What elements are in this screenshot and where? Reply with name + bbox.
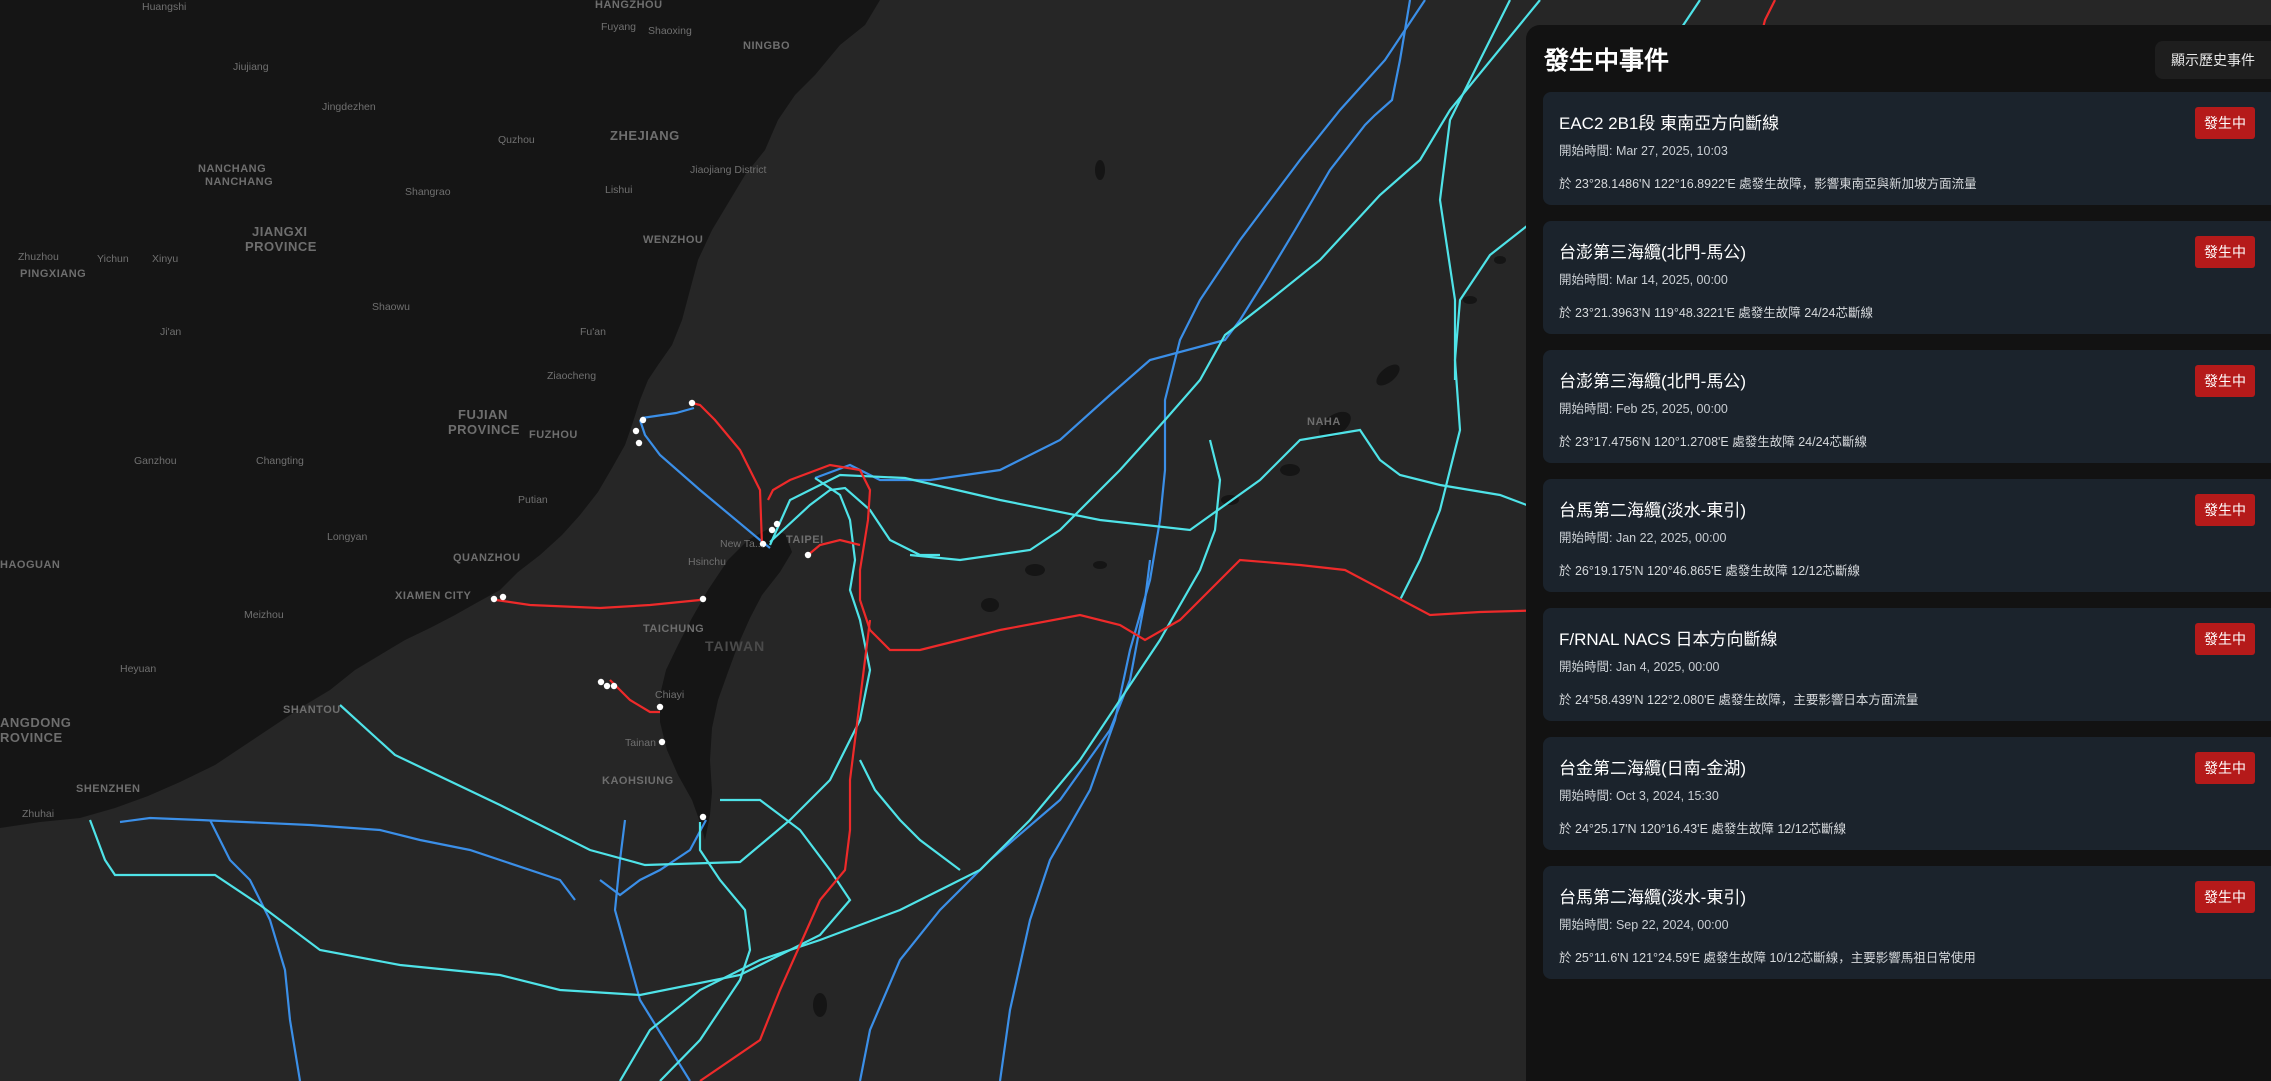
label-ganzhou: Ganzhou bbox=[134, 455, 177, 467]
event-title: EAC2 2B1段 東南亞方向斷線 bbox=[1559, 114, 1780, 133]
label-taichung: TAICHUNG bbox=[643, 623, 704, 635]
panel-title: 發生中事件 bbox=[1544, 47, 1670, 75]
label-lishui: Lishui bbox=[605, 184, 632, 196]
event-start-time: 開始時間: Oct 3, 2024, 15:30 bbox=[1559, 789, 1719, 803]
event-description: 於 23°21.3963'N 119°48.3221'E 處發生故障 24/24… bbox=[1559, 306, 1874, 320]
label-quzhou: Quzhou bbox=[498, 134, 535, 146]
event-description: 於 24°25.17'N 120°16.43'E 處發生故障 12/12芯斷線 bbox=[1559, 822, 1847, 836]
event-title: 台金第二海纜(日南-金湖) bbox=[1559, 759, 1746, 778]
event-card[interactable]: F/RNAL NACS 日本方向斷線 開始時間: Jan 4, 2025, 00… bbox=[1543, 608, 2271, 721]
status-badge: 發生中 bbox=[2195, 494, 2255, 526]
label-shaowu: Shaowu bbox=[372, 301, 410, 313]
label-ningbo: NINGBO bbox=[743, 40, 790, 52]
label-xinyu: Xinyu bbox=[152, 253, 178, 265]
label-shenzhen: SHENZHEN bbox=[76, 783, 141, 795]
label-haoguan: HAOGUAN bbox=[0, 559, 60, 571]
label-zhuzhou: Zhuzhou bbox=[18, 251, 59, 263]
event-card[interactable]: 台馬第二海纜(淡水-東引) 開始時間: Sep 22, 2024, 00:00 … bbox=[1543, 866, 2271, 979]
status-badge: 發生中 bbox=[2195, 236, 2255, 268]
label-taipei: TAIPEI bbox=[786, 534, 824, 546]
event-card[interactable]: 台澎第三海纜(北門-馬公) 開始時間: Feb 25, 2025, 00:00 … bbox=[1543, 350, 2271, 463]
label-jiujiang: Jiujiang bbox=[233, 61, 269, 73]
event-start-time: 開始時間: Mar 14, 2025, 00:00 bbox=[1559, 273, 1728, 287]
label-kaohsiung: KAOHSIUNG bbox=[602, 775, 674, 787]
label-tainan: Tainan bbox=[625, 737, 656, 749]
label-xiamen: XIAMEN CITY bbox=[395, 590, 472, 602]
status-badge: 發生中 bbox=[2195, 752, 2255, 784]
event-description: 於 23°28.1486'N 122°16.8922'E 處發生故障，影響東南亞… bbox=[1559, 177, 1977, 191]
label-zhuhai: Zhuhai bbox=[22, 808, 54, 820]
event-card[interactable]: 台澎第三海纜(北門-馬公) 開始時間: Mar 14, 2025, 00:00 … bbox=[1543, 221, 2271, 334]
label-fujian1: FUJIAN bbox=[458, 407, 508, 422]
event-start-time: 開始時間: Mar 27, 2025, 10:03 bbox=[1559, 144, 1728, 158]
label-angdong2: ROVINCE bbox=[0, 730, 63, 745]
label-fuan: Fu'an bbox=[580, 326, 606, 338]
label-putian: Putian bbox=[518, 494, 548, 506]
label-nanchang1: NANCHANG bbox=[198, 163, 266, 175]
label-huangshi: Huangshi bbox=[142, 1, 186, 13]
label-pingxiang: PINGXIANG bbox=[20, 268, 86, 280]
label-hangzhou: HANGZHOU bbox=[595, 0, 663, 11]
label-fuyang: Fuyang bbox=[601, 21, 636, 33]
status-badge: 發生中 bbox=[2195, 107, 2255, 139]
event-title: 台馬第二海纜(淡水-東引) bbox=[1559, 501, 1746, 520]
label-longyan: Longyan bbox=[327, 531, 367, 543]
label-nanchang2: NANCHANG bbox=[205, 176, 273, 188]
label-jiangxi1: JIANGXI bbox=[252, 224, 308, 239]
event-card[interactable]: 台金第二海纜(日南-金湖) 開始時間: Oct 3, 2024, 15:30 於… bbox=[1543, 737, 2271, 850]
event-title: 台馬第二海纜(淡水-東引) bbox=[1559, 888, 1746, 907]
event-description: 於 26°19.175'N 120°46.865'E 處發生故障 12/12芯斷… bbox=[1559, 564, 1861, 578]
label-naha: NAHA bbox=[1307, 416, 1341, 428]
label-shantou: SHANTOU bbox=[283, 704, 341, 716]
label-changting: Changting bbox=[256, 455, 304, 467]
label-shangrao: Shangrao bbox=[405, 186, 451, 198]
label-taiwan: TAIWAN bbox=[705, 638, 765, 654]
label-yichun: Yichun bbox=[97, 253, 129, 265]
label-shaoxing: Shaoxing bbox=[648, 25, 692, 37]
event-description: 於 23°17.4756'N 120°1.2708'E 處發生故障 24/24芯… bbox=[1559, 435, 1867, 449]
event-description: 於 25°11.6'N 121°24.59'E 處發生故障 10/12芯斷線，主… bbox=[1559, 951, 1976, 965]
label-fuzhou: FUZHOU bbox=[529, 429, 578, 441]
label-hsinchu: Hsinchu bbox=[688, 556, 726, 568]
label-jian: Ji'an bbox=[160, 326, 181, 338]
event-start-time: 開始時間: Sep 22, 2024, 00:00 bbox=[1559, 918, 1729, 932]
event-start-time: 開始時間: Jan 4, 2025, 00:00 bbox=[1559, 660, 1720, 674]
label-wenzhou: WENZHOU bbox=[643, 234, 703, 246]
label-chiayi: Chiayi bbox=[655, 689, 684, 701]
event-title: 台澎第三海纜(北門-馬公) bbox=[1559, 243, 1746, 262]
label-meizhou: Meizhou bbox=[244, 609, 284, 621]
label-jingdezhen: Jingdezhen bbox=[322, 101, 376, 113]
event-start-time: 開始時間: Jan 22, 2025, 00:00 bbox=[1559, 531, 1727, 545]
label-jiaojiang: Jiaojiang District bbox=[690, 164, 767, 176]
event-card[interactable]: 台馬第二海纜(淡水-東引) 開始時間: Jan 22, 2025, 00:00 … bbox=[1543, 479, 2271, 592]
event-title: F/RNAL NACS 日本方向斷線 bbox=[1559, 630, 1778, 649]
event-card[interactable]: EAC2 2B1段 東南亞方向斷線 開始時間: Mar 27, 2025, 10… bbox=[1543, 92, 2271, 205]
label-angdong1: ANGDONG bbox=[0, 715, 71, 730]
label-jiangxi2: PROVINCE bbox=[245, 239, 317, 254]
label-newtaipei: New Ta... bbox=[720, 538, 764, 550]
active-events-panel: 發生中事件 顯示歷史事件 EAC2 2B1段 東南亞方向斷線 開始時間: Mar… bbox=[1526, 25, 2271, 1081]
status-badge: 發生中 bbox=[2195, 881, 2255, 913]
label-zhejiang: ZHEJIANG bbox=[610, 128, 680, 143]
label-quanzhou: QUANZHOU bbox=[453, 552, 521, 564]
event-description: 於 24°58.439'N 122°2.080'E 處發生故障，主要影響日本方面… bbox=[1559, 693, 1919, 707]
status-badge: 發生中 bbox=[2195, 365, 2255, 397]
event-list: EAC2 2B1段 東南亞方向斷線 開始時間: Mar 27, 2025, 10… bbox=[1543, 92, 2271, 995]
event-start-time: 開始時間: Feb 25, 2025, 00:00 bbox=[1559, 402, 1728, 416]
label-fujian2: PROVINCE bbox=[448, 422, 520, 437]
show-history-button[interactable]: 顯示歷史事件 bbox=[2155, 41, 2271, 79]
label-heyuan: Heyuan bbox=[120, 663, 156, 675]
label-ziaocheng: Ziaocheng bbox=[547, 370, 596, 382]
event-title: 台澎第三海纜(北門-馬公) bbox=[1559, 372, 1746, 391]
status-badge: 發生中 bbox=[2195, 623, 2255, 655]
